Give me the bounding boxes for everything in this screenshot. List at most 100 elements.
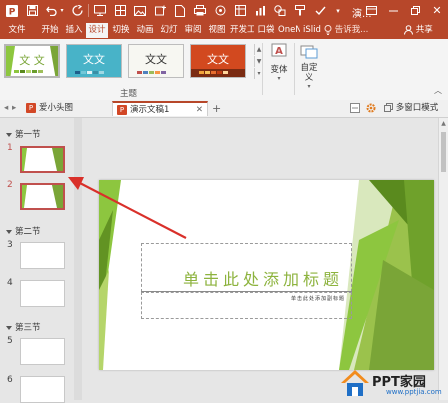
ribbon-display-options-icon[interactable] <box>360 0 382 21</box>
tab-islide[interactable]: iSlid <box>301 23 323 38</box>
grid-icon[interactable] <box>112 3 128 18</box>
scroll-left-icon[interactable]: ◂ <box>4 101 8 116</box>
tab-transitions[interactable]: 切换 <box>110 23 132 38</box>
tab-onenote[interactable]: OneN <box>278 23 300 38</box>
presentation-icon[interactable] <box>92 3 108 18</box>
draw-table-icon[interactable] <box>232 3 248 18</box>
separator <box>88 4 89 17</box>
scroll-thumb[interactable] <box>441 132 446 172</box>
doc-tab-2-label: 演示文稿1 <box>130 105 170 115</box>
ppt-file-icon: P <box>26 102 36 113</box>
doc-tab-1[interactable]: P 爱小头图 <box>22 101 77 116</box>
tell-me-text: 告诉我... <box>334 25 369 35</box>
variants-label: 变体 <box>270 65 288 75</box>
tab-pocket[interactable]: 口袋 <box>255 23 277 38</box>
theme-preview-text: 文文 <box>207 53 229 66</box>
ribbon-design: 文 文 文文 文文 文文 ▲ ▼ ▾ 主题 A 变体 ▾ 自定义 ▾ ︿ <box>0 39 448 101</box>
picture-icon[interactable] <box>132 3 148 18</box>
tell-me-search[interactable]: 告诉我... <box>324 23 368 37</box>
tab-animations[interactable]: 动画 <box>134 23 156 38</box>
new-slide-icon[interactable] <box>152 3 168 18</box>
redo-icon[interactable] <box>70 3 84 18</box>
house-logo-icon <box>341 370 369 396</box>
lightbulb-icon <box>324 24 335 35</box>
slide-canvas[interactable]: 单击此处添加标题 单击此处添加副标题 <box>99 180 434 370</box>
scroll-up-icon[interactable]: ▲ <box>439 120 448 127</box>
customize-label: 自定义 <box>300 63 318 83</box>
variants-dropdown-icon: ▾ <box>277 75 281 82</box>
slide-number: 4 <box>7 278 13 288</box>
tab-slideshow[interactable]: 幻灯 <box>158 23 180 38</box>
editor-scrollbar[interactable]: ▲ <box>438 118 448 400</box>
chart-icon[interactable] <box>252 3 268 18</box>
slide-number: 1 <box>7 143 13 153</box>
share-label: 共享 <box>415 25 433 35</box>
slide-number: 2 <box>7 180 13 190</box>
slide-subtitle-text: 单击此处添加副标题 <box>290 296 345 302</box>
section-header-3[interactable]: 第三节 <box>6 321 41 333</box>
variants-button[interactable]: A 变体 ▾ <box>266 43 292 82</box>
title-placeholder[interactable]: 单击此处添加标题 <box>141 243 352 292</box>
theme-thumbnail[interactable]: 文 文 <box>4 44 60 78</box>
ppt-file-icon: P <box>117 104 127 115</box>
undo-icon[interactable] <box>44 3 58 18</box>
variants-icon: A <box>269 43 289 61</box>
restore-icon[interactable] <box>404 0 426 21</box>
collapse-section-icon <box>6 229 12 234</box>
collapse-ribbon-icon[interactable]: ︿ <box>434 85 442 96</box>
tab-view[interactable]: 视图 <box>206 23 228 38</box>
scroll-right-icon[interactable]: ▸ <box>12 101 16 116</box>
slide-thumbnail[interactable] <box>20 183 65 210</box>
section-name: 第二节 <box>15 227 41 237</box>
minimize-icon[interactable] <box>382 0 404 21</box>
new-tab-button[interactable]: + <box>212 101 221 116</box>
format-painter-icon[interactable] <box>292 3 308 18</box>
slide-thumbnail[interactable] <box>20 338 65 365</box>
tab-developer[interactable]: 开发工 <box>230 23 254 38</box>
multi-window-button[interactable]: 多窗口模式 <box>384 101 438 116</box>
user-icon <box>404 24 416 35</box>
section-name: 第一节 <box>15 130 41 140</box>
tab-design[interactable]: 设计 <box>86 23 108 38</box>
slide-title-text: 单击此处添加标题 <box>182 270 343 289</box>
share-button[interactable]: 共享 <box>404 23 433 37</box>
doc-tab-2[interactable]: P 演示文稿1 ✕ <box>112 101 208 116</box>
theme-swatches <box>14 70 43 73</box>
multi-window-label: 多窗口模式 <box>395 103 439 113</box>
watermark-url: www.pptjia.com <box>386 388 442 396</box>
shapes-icon[interactable] <box>272 3 288 18</box>
powerpoint-logo-icon: P <box>4 3 20 18</box>
tab-settings-icon[interactable] <box>350 101 360 116</box>
tab-insert[interactable]: 插入 <box>63 23 85 38</box>
gear-icon[interactable] <box>366 101 376 116</box>
slide-thumbnail[interactable] <box>20 146 65 173</box>
slide-thumbnail[interactable] <box>20 376 65 403</box>
print-preview-icon[interactable] <box>192 3 208 18</box>
touch-mode-icon[interactable] <box>212 3 228 18</box>
theme-thumbnail[interactable]: 文文 <box>190 44 246 78</box>
theme-thumbnail[interactable]: 文文 <box>128 44 184 78</box>
section-header-1[interactable]: 第一节 <box>6 128 41 140</box>
close-window-icon[interactable]: ✕ <box>426 0 448 21</box>
save-icon[interactable] <box>24 3 40 18</box>
tab-review[interactable]: 审阅 <box>182 23 204 38</box>
tab-home[interactable]: 开始 <box>38 23 62 38</box>
undo-dropdown-icon[interactable]: ▾ <box>58 3 66 18</box>
tab-file[interactable]: 文件 <box>6 23 28 38</box>
slide-thumbnail[interactable] <box>20 280 65 307</box>
slide-thumbnail-pane: 第一节 1 2 第二节 3 4 第三节 5 6 <box>0 118 82 403</box>
thumbnail-scrollbar[interactable] <box>74 118 82 400</box>
customize-button[interactable]: 自定义 ▾ <box>298 43 320 90</box>
new-document-icon[interactable] <box>172 3 188 18</box>
spell-check-icon[interactable] <box>312 3 328 18</box>
title-bar: P ▾ ▾ 演... ✕ <box>0 0 448 21</box>
ribbon-tabs: 文件 开始 插入 设计 切换 动画 幻灯 审阅 视图 开发工 口袋 OneN i… <box>0 21 448 39</box>
separator <box>262 43 263 95</box>
slide-thumbnail[interactable] <box>20 242 65 269</box>
section-header-2[interactable]: 第二节 <box>6 225 41 237</box>
subtitle-placeholder[interactable]: 单击此处添加副标题 <box>141 292 352 319</box>
separator <box>294 43 295 95</box>
close-tab-icon[interactable]: ✕ <box>196 103 203 118</box>
theme-thumbnail[interactable]: 文文 <box>66 44 122 78</box>
customize-qat-icon[interactable]: ▾ <box>332 3 344 18</box>
